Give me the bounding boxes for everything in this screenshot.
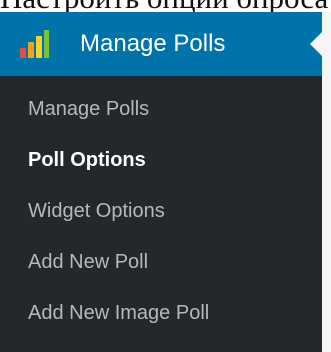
menu-header-manage-polls[interactable]: Manage Polls — [0, 12, 322, 76]
submenu-item-add-new-poll[interactable]: Add New Poll — [0, 237, 322, 288]
submenu-item-poll-options[interactable]: Poll Options — [0, 135, 322, 186]
submenu-item-widget-options[interactable]: Widget Options — [0, 186, 322, 237]
poll-bar-chart-icon — [20, 30, 49, 58]
menu-header-title: Manage Polls — [80, 30, 226, 57]
content-area — [322, 12, 331, 352]
current-menu-pointer — [310, 32, 322, 56]
admin-sidebar-menu: Manage Polls Manage Polls Poll Options W… — [0, 12, 322, 352]
submenu-item-manage-polls[interactable]: Manage Polls — [0, 84, 322, 135]
submenu: Manage Polls Poll Options Widget Options… — [0, 76, 322, 339]
submenu-item-add-new-image-poll[interactable]: Add New Image Poll — [0, 288, 322, 339]
